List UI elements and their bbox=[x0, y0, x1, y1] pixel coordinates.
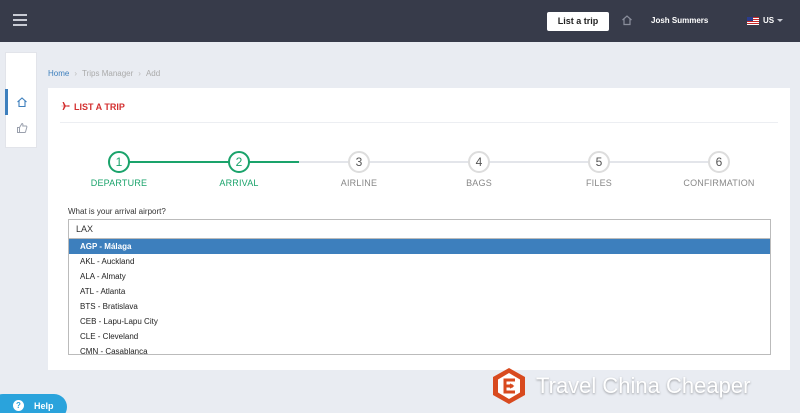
breadcrumb-add: Add bbox=[145, 69, 161, 78]
step-airline[interactable]: 3 AIRLINE bbox=[299, 151, 419, 188]
step-departure[interactable]: 1 DEPARTURE bbox=[59, 151, 179, 188]
step-label: DEPARTURE bbox=[90, 178, 148, 188]
active-indicator bbox=[5, 89, 8, 115]
watermark: Travel China Cheaper bbox=[490, 366, 795, 406]
dropdown-option[interactable]: AKL - Auckland bbox=[69, 254, 770, 269]
breadcrumb: Home › Trips Manager › Add bbox=[48, 69, 160, 78]
top-navbar: List a trip Josh Summers US bbox=[0, 0, 800, 42]
breadcrumb-separator: › bbox=[74, 69, 78, 78]
hamburger-icon[interactable] bbox=[13, 14, 27, 26]
step-label: FILES bbox=[585, 178, 612, 188]
dropdown-option[interactable]: CMN - Casablanca bbox=[69, 344, 770, 354]
side-nav bbox=[5, 52, 37, 148]
language-selector[interactable]: US bbox=[763, 16, 774, 25]
arrival-airport-input[interactable] bbox=[68, 219, 771, 239]
step-bags[interactable]: 4 BAGS bbox=[419, 151, 539, 188]
breadcrumb-trips-manager[interactable]: Trips Manager bbox=[82, 69, 133, 78]
card-title: LIST A TRIP bbox=[74, 102, 125, 112]
home-icon[interactable] bbox=[621, 14, 633, 26]
dropdown-option[interactable]: AGP - Málaga bbox=[69, 239, 770, 254]
watermark-text: Travel China Cheaper bbox=[536, 373, 751, 398]
step-number: 1 bbox=[108, 151, 130, 173]
step-label: BAGS bbox=[466, 178, 492, 188]
step-label: ARRIVAL bbox=[219, 178, 259, 188]
step-confirmation[interactable]: 6 CONFIRMATION bbox=[659, 151, 779, 188]
breadcrumb-separator: › bbox=[138, 69, 141, 78]
dropdown-option[interactable]: ALA - Almaty bbox=[69, 269, 770, 284]
arrival-airport-label: What is your arrival airport? bbox=[68, 207, 166, 216]
step-label: AIRLINE bbox=[340, 178, 378, 188]
help-icon: ? bbox=[13, 400, 24, 411]
breadcrumb-home[interactable]: Home bbox=[48, 69, 69, 78]
chevron-down-icon[interactable] bbox=[777, 19, 783, 22]
step-number: 5 bbox=[588, 151, 610, 173]
step-number: 3 bbox=[348, 151, 370, 173]
home-icon[interactable] bbox=[16, 96, 28, 108]
step-arrival[interactable]: 2 ARRIVAL bbox=[179, 151, 299, 188]
step-number: 2 bbox=[228, 151, 250, 173]
step-label: CONFIRMATION bbox=[683, 178, 755, 188]
us-flag-icon[interactable] bbox=[747, 17, 759, 25]
dropdown-option[interactable]: BTS - Bratislava bbox=[69, 299, 770, 314]
dropdown-option[interactable]: ATL - Atlanta bbox=[69, 284, 770, 299]
step-files[interactable]: 5 FILES bbox=[539, 151, 659, 188]
list-a-trip-button[interactable]: List a trip bbox=[547, 12, 609, 31]
dropdown-option[interactable]: CEB - Lapu-Lapu City bbox=[69, 314, 770, 329]
trip-stepper: 1 DEPARTURE 2 ARRIVAL 3 AIRLINE 4 BAGS 5… bbox=[48, 151, 790, 191]
help-label: Help bbox=[34, 401, 54, 411]
plane-icon bbox=[60, 102, 70, 110]
dropdown-option[interactable]: CLE - Cleveland bbox=[69, 329, 770, 344]
help-button[interactable]: ? Help bbox=[0, 394, 67, 413]
thumbs-up-icon[interactable] bbox=[16, 122, 28, 134]
step-number: 6 bbox=[708, 151, 730, 173]
step-number: 4 bbox=[468, 151, 490, 173]
list-trip-card: LIST A TRIP 1 DEPARTURE 2 ARRIVAL 3 AIRL… bbox=[48, 88, 790, 370]
user-name[interactable]: Josh Summers bbox=[651, 16, 708, 25]
divider bbox=[60, 122, 778, 123]
airport-dropdown[interactable]: AGP - Málaga AKL - Auckland ALA - Almaty… bbox=[68, 239, 771, 355]
watermark-logo bbox=[493, 368, 525, 404]
